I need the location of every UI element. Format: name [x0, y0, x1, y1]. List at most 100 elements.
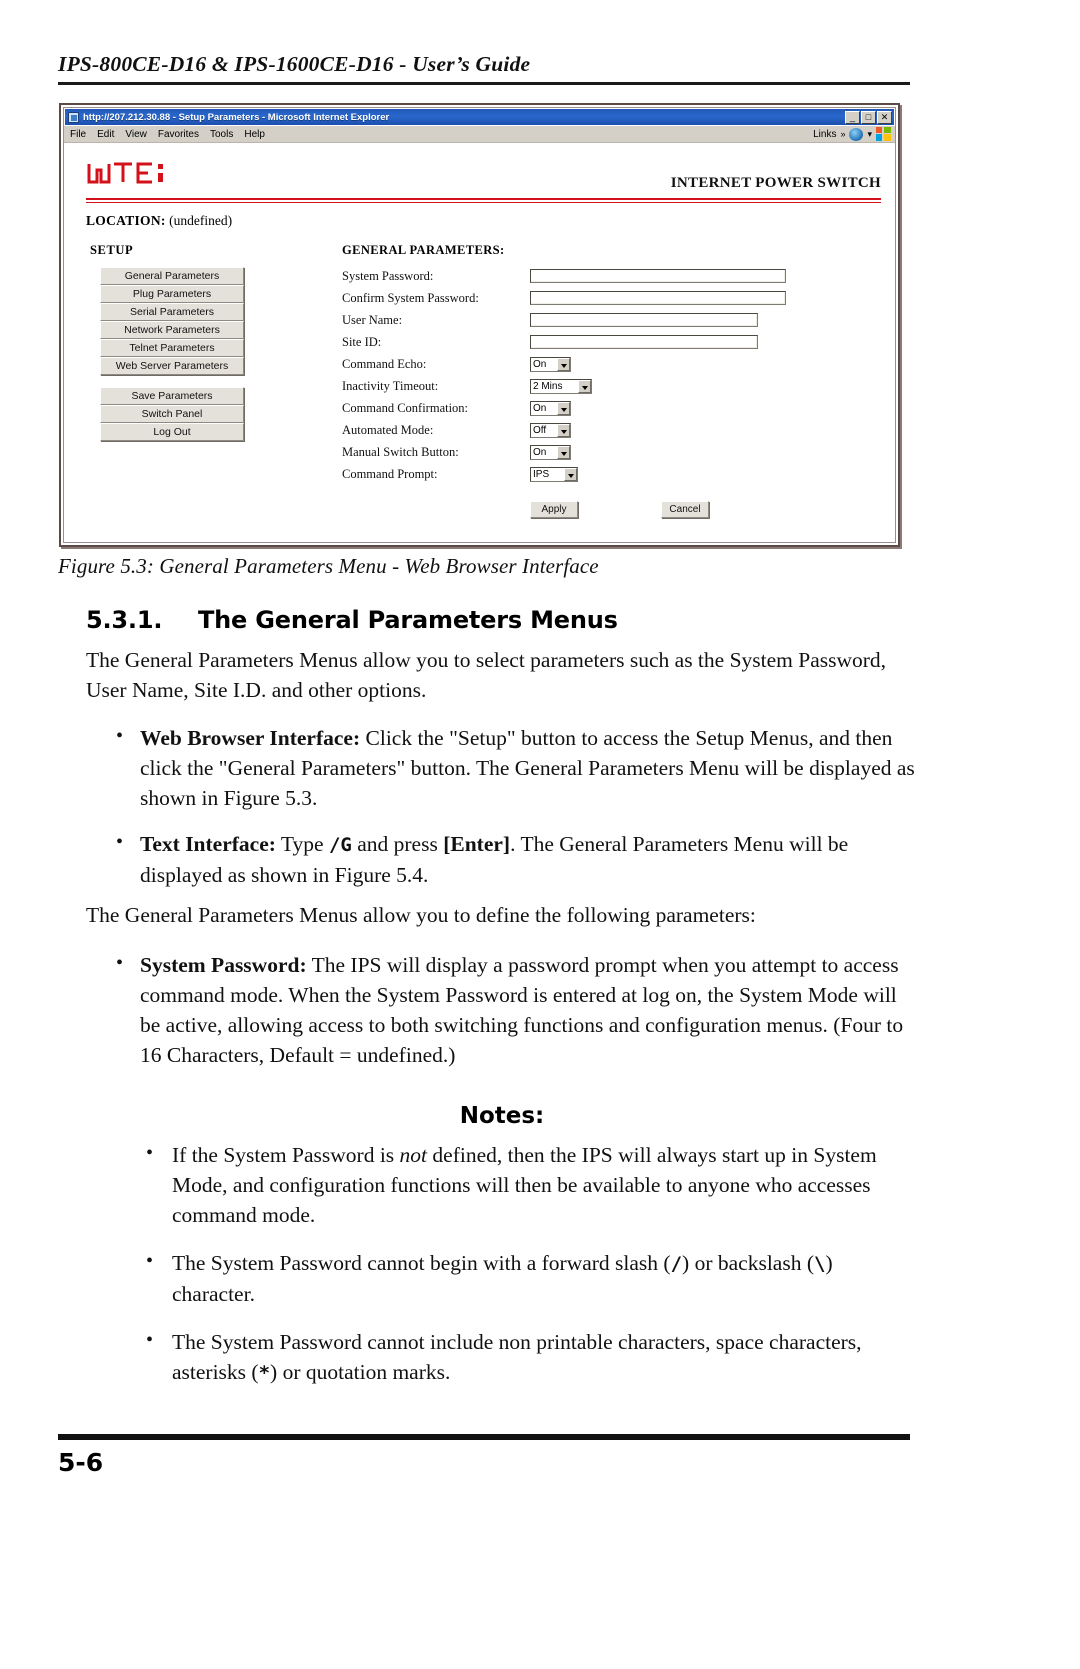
field-label-system-password: System Password: — [342, 268, 434, 283]
field-row-command-echo: Command Echo: On — [342, 353, 881, 375]
chevron-down-icon[interactable] — [564, 467, 577, 481]
bullet-lead-web-browser: Web Browser Interface: — [140, 726, 361, 750]
command-prompt-select[interactable]: IPS — [530, 466, 578, 482]
chevron-down-icon[interactable] — [557, 401, 570, 415]
field-label-command-prompt: Command Prompt: — [342, 466, 438, 481]
sidebar-item-plug-parameters[interactable]: Plug Parameters — [100, 285, 244, 303]
menu-item-file[interactable]: File — [70, 129, 86, 140]
browser-screenshot-figure: http://207.212.30.88 - Setup Parameters … — [59, 103, 900, 547]
interface-bullet-list: Web Browser Interface: Click the "Setup"… — [110, 721, 918, 906]
dropdown-caret-icon[interactable]: ▾ — [867, 129, 872, 140]
system-password-input[interactable] — [530, 269, 786, 283]
sidebar-item-switch-panel[interactable]: Switch Panel — [100, 405, 244, 423]
running-head: IPS-800CE-D16 & IPS-1600CE-D16 - User’s … — [58, 52, 531, 76]
field-label-manual-switch-button: Manual Switch Button: — [342, 444, 459, 459]
parameters-intro-paragraph: The General Parameters Menus allow you t… — [86, 903, 756, 927]
confirm-system-password-input[interactable] — [530, 291, 786, 305]
field-label-inactivity-timeout: Inactivity Timeout: — [342, 378, 439, 393]
command-confirmation-value: On — [533, 402, 547, 414]
windows-logo-icon[interactable] — [876, 127, 891, 141]
note-2-mid: ) or backslash ( — [682, 1251, 814, 1275]
minimize-button[interactable]: _ — [845, 110, 860, 124]
note-1-pre: If the System Password is — [172, 1143, 400, 1167]
field-row-system-password: System Password: — [342, 265, 881, 287]
chevron-down-icon[interactable] — [557, 423, 570, 437]
manual-switch-button-select[interactable]: On — [530, 444, 571, 460]
chevron-down-icon[interactable] — [557, 445, 570, 459]
setup-sidebar: SETUP General Parameters Plug Parameters… — [86, 243, 336, 518]
note-3-post: ) or quotation marks. — [270, 1360, 451, 1384]
field-row-confirm-system-password: Confirm System Password: — [342, 287, 881, 309]
command-prompt-value: IPS — [533, 468, 550, 480]
sidebar-item-general-parameters[interactable]: General Parameters — [100, 267, 244, 285]
menu-item-favorites[interactable]: Favorites — [158, 129, 199, 140]
list-item: System Password: The IPS will display a … — [110, 948, 916, 1070]
links-label[interactable]: Links — [813, 129, 836, 140]
command-confirmation-select[interactable]: On — [530, 400, 571, 416]
user-name-input[interactable] — [530, 313, 758, 327]
menu-item-help[interactable]: Help — [244, 129, 265, 140]
wti-logo — [86, 160, 182, 194]
internet-explorer-icon[interactable] — [849, 127, 864, 141]
section-number: 5.3.1. — [86, 606, 163, 634]
manual-page: IPS-800CE-D16 & IPS-1600CE-D16 - User’s … — [0, 0, 1080, 1669]
browser-menu-bar: File Edit View Favorites Tools Help Link… — [64, 126, 895, 143]
asterisk-code: * — [258, 1362, 271, 1384]
sidebar-item-telnet-parameters[interactable]: Telnet Parameters — [100, 339, 244, 357]
app-header-title: INTERNET POWER SWITCH — [670, 175, 881, 191]
chevron-down-icon[interactable] — [578, 379, 591, 393]
backslash-code: \ — [814, 1253, 826, 1275]
notes-heading: Notes: — [459, 1103, 545, 1129]
setup-heading: SETUP — [90, 243, 134, 257]
list-item: If the System Password is not defined, t… — [140, 1138, 920, 1230]
sidebar-group-separator — [100, 375, 336, 387]
list-item: The System Password cannot begin with a … — [140, 1246, 920, 1309]
automated-mode-select[interactable]: Off — [530, 422, 571, 438]
menu-item-view[interactable]: View — [125, 129, 147, 140]
web-page-content: INTERNET POWER SWITCH LOCATION: (undefin… — [64, 144, 895, 542]
close-button[interactable]: ✕ — [877, 110, 892, 124]
maximize-button[interactable]: □ — [861, 110, 876, 124]
list-item: Text Interface: Type /G and press [Enter… — [110, 827, 918, 890]
browser-title-bar: http://207.212.30.88 - Setup Parameters … — [65, 109, 894, 125]
sidebar-item-web-server-parameters[interactable]: Web Server Parameters — [100, 357, 244, 375]
field-row-user-name: User Name: — [342, 309, 881, 331]
general-parameters-form: GENERAL PARAMETERS: System Password: Con… — [336, 243, 881, 518]
bullet-text-pre: Type — [275, 832, 329, 856]
toolbar-right: Links » ▾ — [813, 127, 895, 141]
chevron-down-icon[interactable] — [557, 357, 570, 371]
command-echo-select[interactable]: On — [530, 356, 571, 372]
field-label-user-name: User Name: — [342, 312, 403, 327]
inactivity-timeout-select[interactable]: 2 Mins — [530, 378, 592, 394]
site-id-input[interactable] — [530, 335, 758, 349]
menu-item-edit[interactable]: Edit — [97, 129, 114, 140]
location-label: LOCATION: — [86, 213, 166, 228]
field-label-site-id: Site ID: — [342, 334, 382, 349]
forward-slash-code: / — [670, 1253, 683, 1275]
apply-button[interactable]: Apply — [530, 501, 578, 518]
field-row-site-id: Site ID: — [342, 331, 881, 353]
cancel-button[interactable]: Cancel — [661, 501, 709, 518]
brand-divider — [86, 198, 881, 203]
section-intro-paragraph: The General Parameters Menus allow you t… — [86, 648, 887, 702]
location-row: LOCATION: (undefined) — [86, 213, 881, 229]
menu-item-tools[interactable]: Tools — [210, 129, 233, 140]
list-item: The System Password cannot include non p… — [140, 1325, 920, 1388]
command-echo-value: On — [533, 358, 547, 370]
window-controls: _ □ ✕ — [845, 110, 892, 124]
sidebar-item-serial-parameters[interactable]: Serial Parameters — [100, 303, 244, 321]
inactivity-timeout-value: 2 Mins — [533, 380, 563, 392]
running-head-rule — [58, 82, 910, 85]
ie-document-icon — [68, 111, 79, 123]
notes-bullet-list: If the System Password is not defined, t… — [140, 1138, 920, 1406]
sidebar-button-group-1: General Parameters Plug Parameters Seria… — [100, 267, 336, 441]
bullet-text-mid: and press — [351, 832, 444, 856]
sidebar-item-save-parameters[interactable]: Save Parameters — [100, 387, 244, 405]
sidebar-item-log-out[interactable]: Log Out — [100, 423, 244, 441]
chevron-right-icon[interactable]: » — [840, 129, 845, 139]
sidebar-item-network-parameters[interactable]: Network Parameters — [100, 321, 244, 339]
footer-rule — [58, 1434, 910, 1440]
field-row-manual-switch-button: Manual Switch Button: On — [342, 441, 881, 463]
field-label-command-confirmation: Command Confirmation: — [342, 400, 469, 415]
note-1-emphasis: not — [399, 1143, 428, 1167]
